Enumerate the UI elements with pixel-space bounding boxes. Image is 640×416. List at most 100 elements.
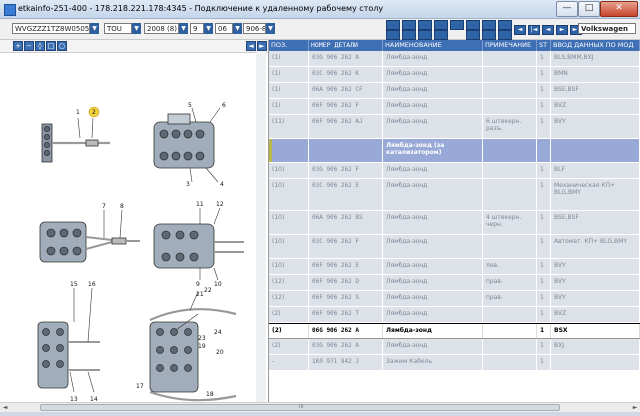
subgroup-select[interactable]: 06 — [215, 23, 233, 34]
year-dropdown[interactable]: ▼ — [179, 23, 188, 34]
table-icon[interactable] — [482, 20, 496, 30]
subgroup-dropdown[interactable]: ▼ — [233, 23, 242, 34]
table-row[interactable]: (12) 06F 906 262 S Лямбда-зонд прав. 1 BVY — [269, 291, 640, 307]
filter-icon[interactable] — [482, 30, 496, 40]
table-row[interactable]: -1K0 971 842 J Зажим Кабель 1 — [269, 355, 640, 371]
cell-part-number: 03G 906 262 A — [309, 339, 383, 354]
cell-note — [483, 307, 537, 322]
table-row[interactable]: (1) 06A 906 262 CF Лямбда-зонд 1 BSE,BSF — [269, 83, 640, 99]
header-name[interactable]: НАИМЕНОВАНИЕ — [383, 40, 483, 51]
callout-21[interactable]: 21 — [196, 291, 204, 298]
callout-24[interactable]: 24 — [214, 329, 222, 336]
pane-left-icon[interactable]: ◄ — [246, 41, 256, 51]
callout-16[interactable]: 16 — [88, 281, 96, 288]
callout-15[interactable]: 15 — [70, 281, 78, 288]
cell-name: Лямбда-зонд — [383, 115, 483, 138]
next-icon[interactable]: ► — [556, 25, 568, 35]
table-row[interactable]: (2) 06F 906 262 T Лямбда-зонд 1 BVZ — [269, 307, 640, 323]
callout-8[interactable]: 8 — [120, 203, 124, 210]
edit-icon[interactable] — [418, 30, 432, 40]
info-icon[interactable] — [466, 20, 480, 30]
maximize-button[interactable]: □ — [578, 1, 600, 17]
callout-17[interactable]: 17 — [136, 383, 144, 390]
illustration-scrollbar[interactable] — [256, 52, 266, 402]
table-row-selected[interactable]: Лямбда-зонд (за катализатором) — [269, 139, 640, 163]
callout-18[interactable]: 18 — [206, 391, 214, 398]
table-row[interactable]: (12) 06F 906 262 D Лямбда-зонд прав. 1 BVY — [269, 275, 640, 291]
print-icon[interactable] — [386, 20, 400, 30]
cell-note — [483, 83, 537, 98]
header-part-number[interactable]: НОМЕР ДЕТАЛИ — [309, 40, 383, 51]
header-note[interactable]: ПРИМЕЧАНИЕ — [483, 40, 537, 51]
vin-field[interactable]: WVGZZZ1TZ8W050568 — [12, 23, 90, 34]
vin-dropdown[interactable]: ▼ — [90, 23, 99, 34]
cell-note — [483, 67, 537, 82]
callout-23[interactable]: 23 — [198, 335, 206, 342]
minimize-button[interactable]: — — [556, 1, 578, 17]
copy-icon[interactable] — [402, 20, 416, 30]
cell-pos: (2) — [269, 307, 309, 322]
year-select[interactable]: 2008 (8) — [144, 23, 179, 34]
callout-19[interactable]: 19 — [198, 343, 206, 350]
table-row[interactable]: (11) 06F 906 262 AJ Лямбда-зонд 6 штекерн. … — [269, 115, 640, 139]
group-select[interactable]: 9 — [190, 23, 204, 34]
table-row[interactable]: (2) 03G 906 262 A Лямбда-зонд 1 BXJ — [269, 339, 640, 355]
search-icon[interactable] — [466, 30, 480, 40]
table-row[interactable]: (2) 06G 906 262 A Лямбда-зонд 1 BSX — [269, 323, 640, 339]
callout-3[interactable]: 3 — [186, 181, 190, 188]
table-row[interactable]: (10) 06A 906 262 BS Лямбда-зонд 4 штекерн. … — [269, 211, 640, 235]
scroll-thumb[interactable]: III — [40, 404, 560, 411]
header-st[interactable]: ST — [537, 40, 551, 51]
export-icon[interactable] — [402, 30, 416, 40]
cell-model-data: BVZ — [551, 307, 640, 322]
table-row[interactable]: (10) 03C 906 262 E Лямбда-зонд 1 Механическа… — [269, 179, 640, 211]
cell-name: Лямбда-зонд — [383, 275, 483, 290]
callout-2[interactable]: 2 — [92, 109, 96, 116]
callout-9[interactable]: 9 — [196, 281, 200, 288]
prev-icon[interactable]: ◄ — [542, 25, 554, 35]
callout-5[interactable]: 5 — [188, 102, 192, 109]
callout-12[interactable]: 12 — [216, 201, 224, 208]
doc-icon[interactable] — [386, 30, 400, 40]
delete-icon[interactable] — [434, 30, 448, 40]
table-row[interactable]: (10) 06F 906 262 E Лямбда-зонд лев. 1 BVY — [269, 259, 640, 275]
brand-field[interactable]: Volkswagen — [578, 23, 636, 34]
zoom-in-icon[interactable]: + — [13, 41, 23, 51]
callout-10[interactable]: 10 — [214, 281, 222, 288]
header-model-data[interactable]: ВВОД ДАННЫХ ПО МОД — [551, 40, 640, 51]
cart-icon[interactable] — [498, 20, 512, 30]
table-row[interactable]: (10) 03G 906 262 F Лямбда-зонд 1 BLF — [269, 163, 640, 179]
illustration-select[interactable]: 906-810 — [243, 23, 266, 34]
zoom-100-icon[interactable]: □ — [46, 41, 56, 51]
callout-1[interactable]: 1 — [76, 109, 80, 116]
model-dropdown[interactable]: ▼ — [132, 23, 141, 34]
callout-7[interactable]: 7 — [102, 203, 106, 210]
zoom-search-icon[interactable]: ○ — [57, 41, 67, 51]
callout-4[interactable]: 4 — [220, 181, 224, 188]
back-icon[interactable]: ◄ — [514, 25, 526, 35]
first-icon[interactable]: |◄ — [528, 25, 540, 35]
header-pos[interactable]: ПОЗ. — [269, 40, 309, 51]
table-row[interactable]: (1) 06F 906 262 F Лямбда-зонд 1 BVZ — [269, 99, 640, 115]
pane-right-icon[interactable]: ► — [257, 41, 267, 51]
zoom-fit-icon[interactable]: ◊ — [35, 41, 45, 51]
zoom-out-icon[interactable]: − — [24, 41, 34, 51]
cell-pos: (1) — [269, 83, 309, 98]
group-dropdown[interactable]: ▼ — [204, 23, 213, 34]
callout-20[interactable]: 20 — [216, 349, 224, 356]
list-icon[interactable] — [418, 20, 432, 30]
callout-11[interactable]: 11 — [196, 201, 204, 208]
settings-icon[interactable] — [498, 30, 512, 40]
callout-6[interactable]: 6 — [222, 102, 226, 109]
window-icon[interactable] — [434, 20, 448, 30]
table-row[interactable]: (1) 03C 906 262 K Лямбда-зонд 1 BMN — [269, 67, 640, 83]
cell-note — [483, 235, 537, 258]
table-row[interactable]: (10) 03C 906 262 F Лямбда-зонд 1 Автомат. КП… — [269, 235, 640, 259]
callout-22[interactable]: 22 — [204, 287, 212, 294]
close-button[interactable]: ✕ — [600, 1, 638, 17]
model-select[interactable]: TOU — [104, 23, 132, 34]
cell-note — [483, 355, 537, 370]
table-row[interactable]: (1) 03G 906 262 A Лямбда-зонд 1 BLS,BMM,BXJ — [269, 51, 640, 67]
illustration-dropdown[interactable]: ▼ — [266, 23, 275, 34]
help-icon[interactable] — [450, 20, 464, 30]
